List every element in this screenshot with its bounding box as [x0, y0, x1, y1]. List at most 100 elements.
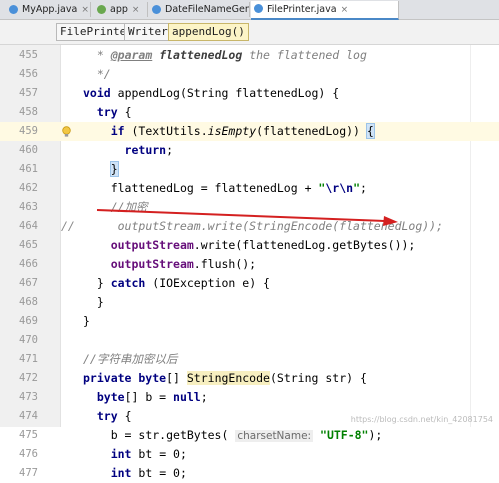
code-token: outputStream.write(StringEncode(flattene…: [117, 219, 444, 233]
code-line[interactable]: 466 outputStream.flush();: [0, 255, 499, 274]
code-token: }: [96, 276, 111, 290]
code-line[interactable]: 469}: [0, 312, 499, 331]
code-token: {: [365, 123, 375, 139]
code-line[interactable]: 477 int bt = 0;: [0, 464, 499, 483]
code-line[interactable]: 463 //加密: [0, 198, 499, 217]
line-number: 457: [19, 87, 38, 99]
code-line[interactable]: 457 void appendLog(String flattenedLog) {: [0, 84, 499, 103]
code-line[interactable]: 471 //字符串加密以后: [0, 350, 499, 369]
code-token: (flattenedLog)): [256, 124, 367, 138]
code-line[interactable]: 468 }: [0, 293, 499, 312]
code-token: StringEncode: [186, 371, 270, 385]
breadcrumb-item[interactable]: Writer: [124, 23, 172, 41]
code-text: outputStream.flush();: [83, 255, 256, 274]
code-token: .flush();: [193, 257, 257, 271]
line-number: 460: [19, 144, 38, 156]
code-text: if (TextUtils.isEmpty(flattenedLog)) {: [83, 122, 375, 141]
line-number: 463: [19, 201, 38, 213]
line-number: 474: [19, 410, 38, 422]
code-line[interactable]: 475 b = str.getBytes( charsetName: "UTF-…: [0, 426, 499, 445]
code-line[interactable]: 461 }: [0, 160, 499, 179]
code-text: }: [83, 293, 104, 312]
tab-myapp-java[interactable]: MyApp.java ×: [6, 2, 91, 17]
code-token: }: [83, 314, 90, 328]
code-text: flattenedLog = flattenedLog + "\r\n";: [83, 179, 367, 198]
code-token: @param: [110, 48, 153, 62]
code-text: outputStream.write(StringEncode(flattene…: [83, 217, 443, 236]
code-token: if: [110, 124, 125, 138]
code-token: *: [96, 48, 111, 62]
line-number: 476: [19, 448, 38, 460]
close-icon[interactable]: ×: [341, 5, 349, 15]
code-token: bt = 0;: [138, 466, 187, 480]
code-line[interactable]: 472 private byte[] StringEncode(String st…: [0, 369, 499, 388]
code-token: \r\n: [325, 181, 354, 195]
code-text: return;: [83, 141, 173, 160]
line-number: 477: [19, 467, 38, 479]
code-line[interactable]: 473 byte[] b = null;: [0, 388, 499, 407]
code-line[interactable]: 455 * @param flattenedLog the flattened …: [0, 46, 499, 65]
line-number: 464: [19, 220, 38, 232]
tab-app[interactable]: app ×: [94, 2, 148, 17]
code-editor[interactable]: 455 * @param flattenedLog the flattened …: [0, 45, 499, 480]
line-number: 470: [19, 334, 38, 346]
code-token: try: [96, 409, 118, 423]
code-line[interactable]: 465 outputStream.write(flattenedLog.getB…: [0, 236, 499, 255]
line-number: 468: [19, 296, 38, 308]
line-number: 475: [19, 429, 38, 441]
code-text: private byte[] StringEncode(String str) …: [83, 369, 367, 388]
code-line[interactable]: 476 int bt = 0;: [0, 445, 499, 464]
code-line[interactable]: 464 // outputStream.write(StringEncode(fl…: [0, 217, 499, 236]
tab-fileprinter-java[interactable]: FilePrinter.java ×: [251, 1, 399, 20]
code-token: {: [117, 409, 132, 423]
java-file-icon: [9, 5, 18, 14]
code-text: }: [83, 160, 119, 179]
code-text: int bt = 0;: [83, 445, 187, 464]
code-text: void appendLog(String flattenedLog) {: [83, 84, 339, 103]
code-text: byte[] b = null;: [83, 388, 208, 407]
code-token: ;: [200, 390, 208, 404]
code-text: int bt = 0;: [83, 464, 187, 483]
tab-label: DateFileNameGenerator.java: [165, 4, 249, 15]
code-line[interactable]: 470: [0, 331, 499, 350]
code-token: ;: [360, 181, 367, 195]
code-token: ": [353, 181, 360, 195]
close-icon[interactable]: ×: [132, 5, 140, 15]
code-token: null: [173, 390, 201, 404]
code-token: }: [96, 295, 104, 309]
code-token: try: [96, 105, 118, 119]
code-text: * @param flattenedLog the flattened log: [83, 46, 367, 65]
code-token: int: [110, 466, 132, 480]
line-number: 467: [19, 277, 38, 289]
java-file-icon: [152, 5, 161, 14]
tab-datefilenamegenerator-java[interactable]: DateFileNameGenerator.java×: [149, 2, 250, 17]
code-token: (IOException e) {: [145, 276, 270, 290]
code-line[interactable]: 456 */: [0, 65, 499, 84]
code-token: [] b =: [124, 390, 174, 404]
code-text: //字符串加密以后: [83, 350, 177, 369]
code-token: bt = 0;: [138, 447, 187, 461]
line-number: 459: [19, 125, 38, 137]
code-line[interactable]: 459 if (TextUtils.isEmpty(flattenedLog))…: [0, 122, 499, 141]
code-token: isEmpty: [207, 124, 257, 138]
code-token: "UTF-8": [320, 428, 369, 442]
line-number: 461: [19, 163, 38, 175]
code-line[interactable]: 458 try {: [0, 103, 499, 122]
code-text: b = str.getBytes( charsetName: "UTF-8");: [83, 426, 382, 446]
code-line[interactable]: 467 } catch (IOException e) {: [0, 274, 499, 293]
watermark-text: https://blog.csdn.net/kin_42081754: [350, 415, 493, 424]
line-number: 473: [19, 391, 38, 403]
breadcrumb-item[interactable]: appendLog(): [168, 23, 249, 41]
code-token: charsetName:: [235, 430, 314, 442]
code-text: } catch (IOException e) {: [83, 274, 270, 293]
code-token: b = str.getBytes(: [110, 428, 236, 442]
close-icon[interactable]: ×: [81, 5, 89, 15]
code-line[interactable]: 460 return;: [0, 141, 499, 160]
code-token: outputStream: [110, 257, 194, 271]
code-token: {: [117, 105, 132, 119]
code-line[interactable]: 462 flattenedLog = flattenedLog + "\r\n"…: [0, 179, 499, 198]
tab-label: MyApp.java: [22, 4, 78, 15]
intention-bulb-icon[interactable]: [62, 125, 71, 137]
code-token: }: [109, 161, 119, 177]
